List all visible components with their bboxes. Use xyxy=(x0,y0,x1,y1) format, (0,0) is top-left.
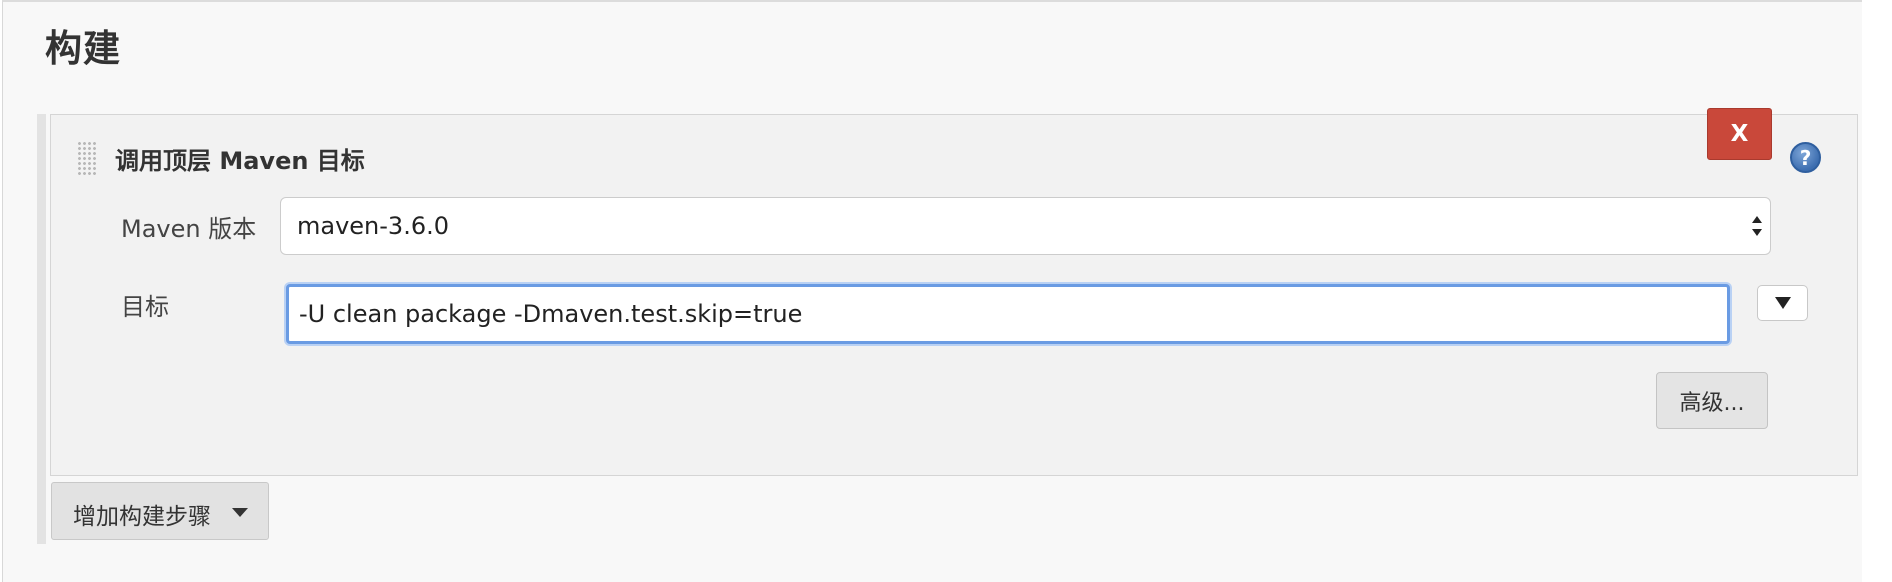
expand-down-icon xyxy=(1774,297,1791,309)
step-left-bar xyxy=(37,114,46,544)
goals-input[interactable] xyxy=(286,284,1730,344)
maven-version-value: maven-3.6.0 xyxy=(297,212,449,240)
caret-down-icon xyxy=(232,508,248,517)
maven-version-select[interactable]: maven-3.6.0 xyxy=(280,197,1771,255)
section-title: 构建 xyxy=(45,27,121,70)
add-build-step-button[interactable]: 增加构建步骤 xyxy=(51,482,269,540)
expand-goals-button[interactable] xyxy=(1757,285,1808,321)
select-arrows-icon xyxy=(1752,216,1762,236)
step-title: 调用顶层 Maven 目标 xyxy=(115,147,365,175)
maven-version-label: Maven 版本 xyxy=(121,215,257,243)
advanced-button[interactable]: 高级... xyxy=(1656,372,1768,429)
delete-step-button[interactable]: X xyxy=(1707,108,1772,160)
build-section: 构建 调用顶层 Maven 目标 X ? Maven 版本 maven-3.6.… xyxy=(2,0,1862,582)
build-step-invoke-maven: 调用顶层 Maven 目标 X ? Maven 版本 maven-3.6.0 目… xyxy=(50,108,1858,476)
add-build-step-label: 增加构建步骤 xyxy=(73,504,211,530)
drag-handle-icon[interactable] xyxy=(77,141,97,177)
help-icon[interactable]: ? xyxy=(1790,142,1821,173)
goals-label: 目标 xyxy=(121,293,169,321)
